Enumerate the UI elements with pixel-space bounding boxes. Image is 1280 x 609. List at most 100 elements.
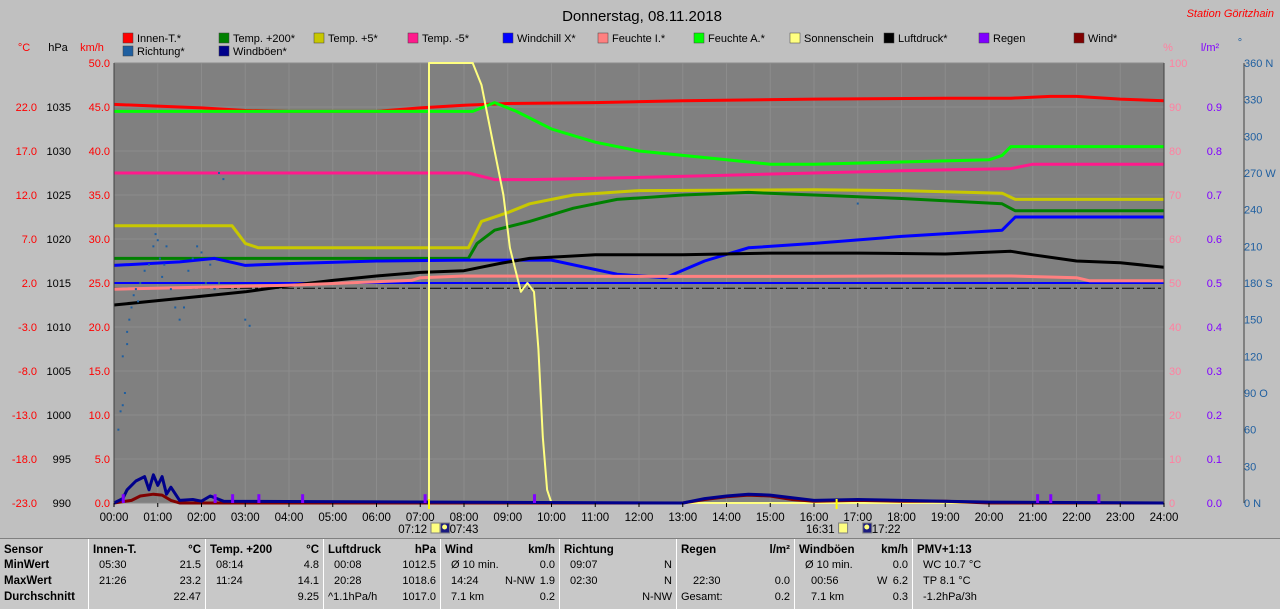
- temp200-unit: °C: [306, 544, 319, 556]
- rain-unit: l/m²: [1201, 42, 1220, 54]
- direction-point: [158, 257, 161, 260]
- richtung-max-time: 02:30: [570, 575, 598, 587]
- luftdruck-max-val: 1018.6: [402, 575, 436, 587]
- sunset-time: 16:31: [806, 524, 835, 536]
- legend-label: Windböen*: [233, 46, 288, 58]
- luftdruck-min-val: 1012.5: [402, 559, 436, 571]
- direction-point: [178, 318, 181, 321]
- direction-tick-label: 330: [1244, 95, 1262, 107]
- pressure-tick-label: 1030: [47, 146, 71, 158]
- direction-tick-label: 240: [1244, 205, 1262, 217]
- temp-tick-label: 2.0: [22, 278, 37, 290]
- rain-tick-label: 0.0: [1207, 498, 1222, 510]
- pmv-pressure-trend: -1.2hPa/3h: [923, 591, 977, 603]
- richtung-title: Richtung: [564, 544, 614, 556]
- windboen-avg10-label: Ø 10 min.: [805, 559, 853, 571]
- chart-title: Donnerstag, 08.11.2018: [562, 8, 722, 25]
- windboen-unit: km/h: [881, 544, 908, 556]
- rain-bar: [121, 494, 125, 503]
- temp200-min-val: 4.8: [303, 559, 319, 571]
- legend-label: Feuchte A.*: [708, 33, 766, 45]
- innen-min-time: 05:30: [99, 559, 127, 571]
- direction-point: [183, 306, 185, 309]
- time-tick-label: 03:00: [231, 512, 260, 524]
- rain-tick-label: 0.5: [1207, 278, 1222, 290]
- regen-max-val: 0.0: [774, 575, 790, 587]
- legend-swatch: [597, 32, 609, 44]
- wind-tick-label: 45.0: [89, 102, 110, 114]
- humidity-tick-label: 40: [1169, 322, 1181, 334]
- direction-tick-label: 300: [1244, 131, 1262, 143]
- humidity-tick-label: 90: [1169, 102, 1181, 114]
- direction-point: [174, 306, 177, 309]
- summary-table: Sensor MinWert MaxWert Durchschnitt Inne…: [0, 538, 1280, 609]
- luftdruck-avg-val: 1017.0: [402, 591, 436, 603]
- direction-point: [154, 233, 157, 236]
- wind-tick-label: 25.0: [89, 278, 110, 290]
- pressure-tick-label: 990: [53, 498, 71, 510]
- legend-swatch: [502, 32, 514, 44]
- time-tick-label: 01:00: [143, 512, 172, 524]
- legend-swatch: [1073, 32, 1085, 44]
- wind-tick-label: 40.0: [89, 146, 110, 158]
- legend-swatch: [313, 32, 325, 44]
- legend-label: Temp. +200*: [233, 33, 296, 45]
- legend-swatch: [122, 45, 134, 57]
- temp-tick-label: -3.0: [18, 322, 37, 334]
- direction-point: [218, 172, 220, 174]
- summary-sensor-avg: Durchschnitt: [4, 591, 75, 603]
- luftdruck-trend: ^1.1hPa/h: [328, 591, 378, 603]
- regen-total-label: Gesamt:: [681, 591, 723, 603]
- direction-point: [156, 239, 159, 242]
- summary-windboen: Windböen km/h Ø 10 min. 0.0 00:56 W 6.2 7.1 …: [795, 539, 913, 609]
- time-tick-label: 20:00: [975, 512, 1004, 524]
- pressure-tick-label: 1035: [47, 102, 71, 114]
- summary-wind: Wind km/h Ø 10 min. 0.0 14:24 N-NW 1.9 7.1 k…: [441, 539, 560, 609]
- temp-tick-label: -23.0: [12, 498, 37, 510]
- time-tick-label: 07:00: [406, 512, 435, 524]
- rain-bar: [533, 494, 536, 503]
- time-tick-label: 10:00: [537, 512, 566, 524]
- legend-label: Sonnenschein: [804, 33, 874, 45]
- direction-point: [143, 269, 146, 272]
- time-tick-label: 23:00: [1106, 512, 1135, 524]
- rain-bar: [231, 494, 235, 503]
- legend-label: Luftdruck*: [898, 33, 948, 45]
- sunrise-sun-icon: [430, 522, 441, 534]
- pressure-tick-label: 1000: [47, 410, 71, 422]
- innen-unit: °C: [188, 544, 201, 556]
- direction-tick-label: 60: [1244, 425, 1256, 437]
- time-tick-label: 08:00: [450, 512, 479, 524]
- direction-tick-label: 360 N: [1244, 58, 1273, 70]
- direction-point: [222, 178, 225, 181]
- summary-sensor-max: MaxWert: [4, 575, 52, 587]
- time-tick-label: 06:00: [362, 512, 391, 524]
- direction-point: [128, 318, 131, 321]
- richtung-max-val: N: [664, 575, 672, 587]
- humidity-tick-label: 80: [1169, 146, 1181, 158]
- rain-bar: [1036, 494, 1040, 503]
- richtung-avg-val: N-NW: [642, 591, 672, 603]
- windboen-max-time: 00:56: [811, 575, 839, 587]
- summary-pmv: PMV+1:13 WC 10.7 °C TP 8.1 °C -1.2hPa/3h: [913, 539, 1033, 609]
- time-tick-label: 09:00: [493, 512, 522, 524]
- wind-avg-val: 0.2: [539, 591, 555, 603]
- innen-avg-val: 22.47: [173, 591, 201, 603]
- pressure-tick-label: 1010: [47, 322, 71, 334]
- direction-point: [134, 288, 137, 291]
- direction-point: [152, 245, 155, 248]
- wind-title: Wind: [445, 544, 473, 556]
- rain-tick-label: 0.7: [1207, 190, 1222, 202]
- direction-point: [218, 282, 220, 284]
- summary-richtung: Richtung 09:07 N 02:30 N N-NW: [560, 539, 677, 609]
- sunset-mark-time: 17:22: [872, 524, 901, 536]
- direction-point: [169, 288, 172, 291]
- temp-tick-label: -18.0: [12, 454, 37, 466]
- humidity-tick-label: 100: [1169, 58, 1187, 70]
- rain-tick-label: 0.2: [1207, 410, 1222, 422]
- summary-luftdruck: Luftdruck hPa 00:08 1012.5 20:28 1018.6 ^1.…: [324, 539, 441, 609]
- rain-bar: [423, 494, 427, 503]
- direction-point: [148, 263, 150, 266]
- sunrise-moon-dot: [442, 524, 448, 530]
- time-tick-label: 11:00: [581, 512, 609, 524]
